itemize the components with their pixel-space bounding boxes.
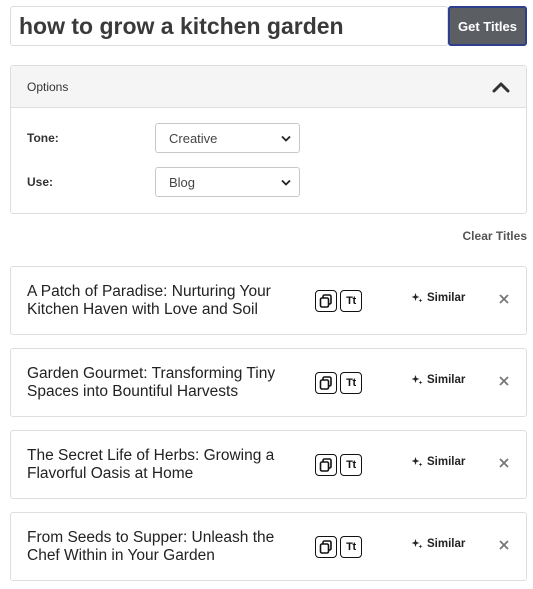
copy-icon[interactable] xyxy=(315,290,337,312)
options-header[interactable]: Options xyxy=(11,66,526,108)
sparkle-icon xyxy=(411,375,423,385)
card-actions: Tt xyxy=(315,290,362,312)
copy-icon[interactable] xyxy=(315,372,337,394)
title-card: Garden Gourmet: Transforming Tiny Spaces… xyxy=(10,348,527,417)
options-title: Options xyxy=(27,79,69,94)
card-actions: Tt xyxy=(315,536,362,558)
tone-select-value: Creative xyxy=(169,130,218,146)
tone-row: Tone: Creative xyxy=(27,123,300,153)
copy-icon[interactable] xyxy=(315,536,337,558)
use-row: Use: Blog xyxy=(27,167,300,197)
card-actions: Tt xyxy=(315,372,362,394)
get-titles-button[interactable]: Get Titles xyxy=(448,6,527,46)
chevron-down-icon xyxy=(281,179,291,186)
copy-icon[interactable] xyxy=(315,454,337,476)
search-input[interactable]: how to grow a kitchen garden xyxy=(10,6,448,46)
close-icon[interactable] xyxy=(499,537,511,551)
close-icon[interactable] xyxy=(499,291,511,305)
title-card: The Secret Life of Herbs: Growing a Flav… xyxy=(10,430,527,499)
tone-label: Tone: xyxy=(27,131,59,145)
use-select[interactable]: Blog xyxy=(155,167,300,197)
title-text: A Patch of Paradise: Nurturing Your Kitc… xyxy=(27,283,271,318)
title-case-icon[interactable]: Tt xyxy=(340,290,362,312)
title-text: Garden Gourmet: Transforming Tiny Spaces… xyxy=(27,365,276,400)
close-icon[interactable] xyxy=(499,373,511,387)
similar-button[interactable]: Similar xyxy=(411,456,465,468)
similar-label: Similar xyxy=(427,374,466,386)
close-icon[interactable] xyxy=(499,455,511,469)
title-text: The Secret Life of Herbs: Growing a Flav… xyxy=(27,447,275,482)
title-case-icon[interactable]: Tt xyxy=(340,536,362,558)
sparkle-icon xyxy=(411,293,423,303)
sparkle-icon xyxy=(411,539,423,549)
clear-titles-link[interactable]: Clear Titles xyxy=(463,229,527,243)
tone-select[interactable]: Creative xyxy=(155,123,300,153)
chevron-up-icon[interactable] xyxy=(492,81,510,93)
title-card: From Seeds to Supper: Unleash the Chef W… xyxy=(10,512,527,581)
card-actions: Tt xyxy=(315,454,362,476)
similar-label: Similar xyxy=(427,456,466,468)
sparkle-icon xyxy=(411,457,423,467)
options-panel: Options Tone: Creative Use: Blog xyxy=(10,65,527,214)
similar-button[interactable]: Similar xyxy=(411,292,465,304)
similar-button[interactable]: Similar xyxy=(411,374,465,386)
chevron-down-icon xyxy=(281,135,291,142)
similar-label: Similar xyxy=(427,292,466,304)
title-case-icon[interactable]: Tt xyxy=(340,454,362,476)
use-label: Use: xyxy=(27,175,54,189)
search-row: how to grow a kitchen garden Get Titles xyxy=(10,6,527,46)
similar-label: Similar xyxy=(427,538,466,550)
title-case-icon[interactable]: Tt xyxy=(340,372,362,394)
similar-button[interactable]: Similar xyxy=(411,538,465,550)
title-card: A Patch of Paradise: Nurturing Your Kitc… xyxy=(10,266,527,335)
use-select-value: Blog xyxy=(169,174,196,190)
title-text: From Seeds to Supper: Unleash the Chef W… xyxy=(27,529,275,564)
